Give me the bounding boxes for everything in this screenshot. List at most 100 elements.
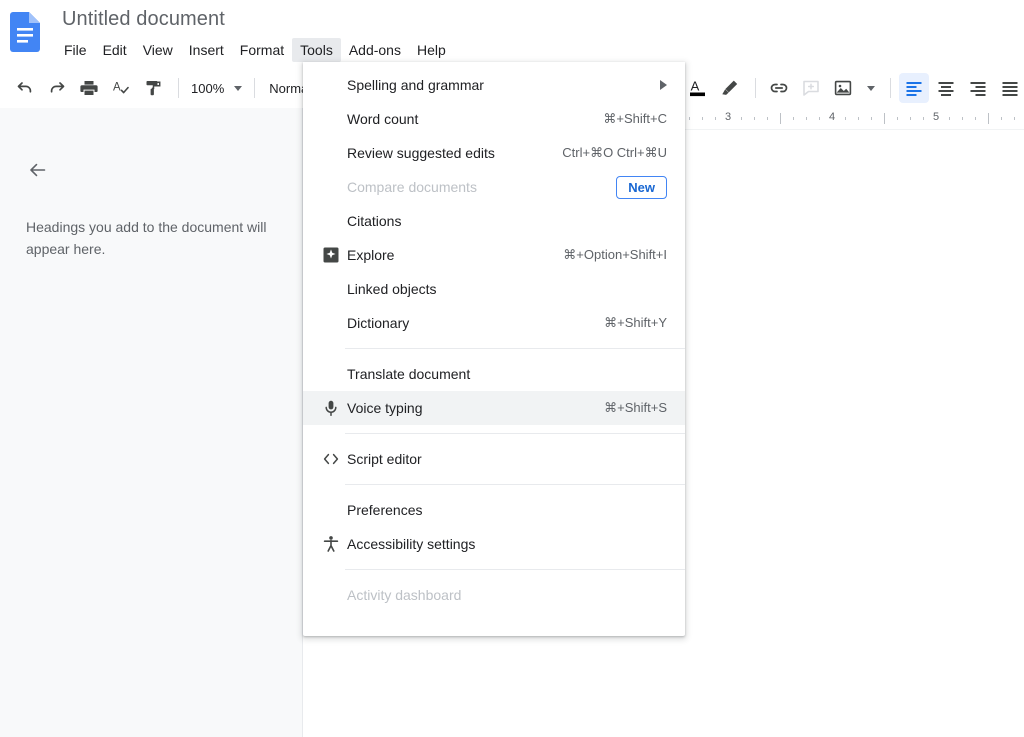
menu-tools[interactable]: Tools xyxy=(292,38,341,62)
arrow-back-icon[interactable] xyxy=(24,156,52,184)
ruler-number: 5 xyxy=(932,111,940,123)
menu-separator xyxy=(345,433,685,434)
ruler-tick xyxy=(988,113,989,124)
ruler-tick xyxy=(871,117,872,120)
menu-item-shortcut: ⌘+Shift+C xyxy=(603,111,667,126)
highlight-color-icon[interactable] xyxy=(715,73,745,103)
menu-add-ons[interactable]: Add-ons xyxy=(341,38,409,62)
code-brackets-icon xyxy=(322,450,340,468)
ruler-number: 4 xyxy=(828,111,836,123)
text-color-icon[interactable]: A xyxy=(683,73,713,103)
menu-item-shortcut: ⌘+Shift+S xyxy=(604,400,667,415)
explore-icon xyxy=(322,246,340,264)
menu-item-preferences[interactable]: Preferences xyxy=(303,493,685,527)
menu-view[interactable]: View xyxy=(135,38,181,62)
align-left-icon[interactable] xyxy=(899,73,929,103)
chevron-down-icon xyxy=(867,85,875,91)
menu-item-label: Explore xyxy=(347,247,395,263)
insert-image-dropdown[interactable] xyxy=(860,73,882,103)
microphone-icon xyxy=(322,399,340,417)
ruler-tick xyxy=(845,117,846,120)
toolbar-divider xyxy=(254,78,256,98)
align-right-icon[interactable] xyxy=(963,73,993,103)
menu-item-citations[interactable]: Citations xyxy=(303,204,685,238)
outline-empty-text: Headings you add to the document will ap… xyxy=(26,219,267,257)
add-comment-icon[interactable] xyxy=(796,73,826,103)
menu-item-shortcut: Ctrl+⌘O Ctrl+⌘U xyxy=(562,145,667,160)
ruler-tick xyxy=(1014,117,1015,120)
document-outline-panel: Headings you add to the document will ap… xyxy=(0,108,303,737)
menu-item-activity-dashboard: Activity dashboard xyxy=(303,578,685,612)
ruler-tick xyxy=(689,117,690,120)
menu-item-label: Linked objects xyxy=(347,281,437,297)
menu-item-compare-documents: Compare documents New xyxy=(303,170,685,204)
paint-format-icon[interactable] xyxy=(138,73,168,103)
menu-item-review-suggested-edits[interactable]: Review suggested edits Ctrl+⌘O Ctrl+⌘U xyxy=(303,136,685,170)
redo-icon[interactable] xyxy=(42,73,72,103)
zoom-value: 100% xyxy=(191,80,225,96)
align-justify-icon[interactable] xyxy=(995,73,1024,103)
svg-text:A: A xyxy=(691,79,700,94)
menu-item-label: Word count xyxy=(347,111,419,127)
menu-item-voice-typing[interactable]: Voice typing ⌘+Shift+S xyxy=(303,391,685,425)
ruler-tick xyxy=(884,113,885,124)
menu-item-label: Spelling and grammar xyxy=(347,77,484,93)
chevron-down-icon xyxy=(234,85,243,91)
undo-icon[interactable] xyxy=(10,73,40,103)
menu-item-script-editor[interactable]: Script editor xyxy=(303,442,685,476)
ruler-tick xyxy=(702,117,703,120)
ruler-tick xyxy=(754,117,755,120)
svg-text:A: A xyxy=(113,82,121,94)
menu-item-accessibility-settings[interactable]: Accessibility settings xyxy=(303,527,685,561)
ruler-tick xyxy=(910,117,911,120)
print-icon[interactable] xyxy=(74,73,104,103)
menu-file[interactable]: File xyxy=(56,38,95,62)
insert-image-icon[interactable] xyxy=(828,73,858,103)
menu-item-translate-document[interactable]: Translate document xyxy=(303,357,685,391)
toolbar-divider xyxy=(178,78,179,98)
ruler-tick xyxy=(897,117,898,120)
menu-item-label: Translate document xyxy=(347,366,471,382)
menu-item-label: Dictionary xyxy=(347,315,410,331)
new-badge: New xyxy=(616,175,667,199)
toolbar-right-group: A xyxy=(683,68,1024,108)
menu-separator xyxy=(345,348,685,349)
toolbar-divider xyxy=(755,78,756,98)
insert-link-icon[interactable] xyxy=(764,73,794,103)
menu-edit[interactable]: Edit xyxy=(95,38,135,62)
menu-item-label: Preferences xyxy=(347,502,423,518)
menu-help[interactable]: Help xyxy=(409,38,454,62)
menu-bar: File Edit View Insert Format Tools Add-o… xyxy=(56,38,454,62)
toolbar-divider xyxy=(890,78,891,98)
ruler-tick xyxy=(793,117,794,120)
menu-item-label: Citations xyxy=(347,213,402,229)
ruler-tick xyxy=(780,113,781,124)
ruler-tick xyxy=(1001,117,1002,120)
ruler-tick xyxy=(806,117,807,120)
align-center-icon[interactable] xyxy=(931,73,961,103)
menu-item-explore[interactable]: Explore ⌘+Option+Shift+I xyxy=(303,238,685,272)
ruler-tick xyxy=(741,117,742,120)
menu-item-dictionary[interactable]: Dictionary ⌘+Shift+Y xyxy=(303,306,685,340)
menu-item-label: Script editor xyxy=(347,451,422,467)
accessibility-icon xyxy=(322,535,340,553)
menu-item-word-count[interactable]: Word count ⌘+Shift+C xyxy=(303,102,685,136)
ruler-tick xyxy=(819,117,820,120)
google-docs-icon[interactable] xyxy=(10,12,40,52)
menu-insert[interactable]: Insert xyxy=(181,38,232,62)
ruler-tick xyxy=(858,117,859,120)
menu-item-label: Activity dashboard xyxy=(347,587,462,603)
menu-format[interactable]: Format xyxy=(232,38,292,62)
ruler-tick xyxy=(962,117,963,120)
menu-item-label: Voice typing xyxy=(347,400,423,416)
ruler-tick xyxy=(715,117,716,120)
submenu-arrow-icon xyxy=(660,80,667,90)
spellcheck-icon[interactable]: A xyxy=(106,73,136,103)
menu-item-shortcut: ⌘+Shift+Y xyxy=(604,315,667,330)
ruler-tick xyxy=(767,117,768,120)
google-docs-window: Untitled document File Edit View Insert … xyxy=(0,0,1024,737)
menu-item-linked-objects[interactable]: Linked objects xyxy=(303,272,685,306)
document-title[interactable]: Untitled document xyxy=(62,8,225,31)
zoom-control[interactable]: 100% xyxy=(187,75,246,101)
menu-item-spelling-and-grammar[interactable]: Spelling and grammar xyxy=(303,68,685,102)
